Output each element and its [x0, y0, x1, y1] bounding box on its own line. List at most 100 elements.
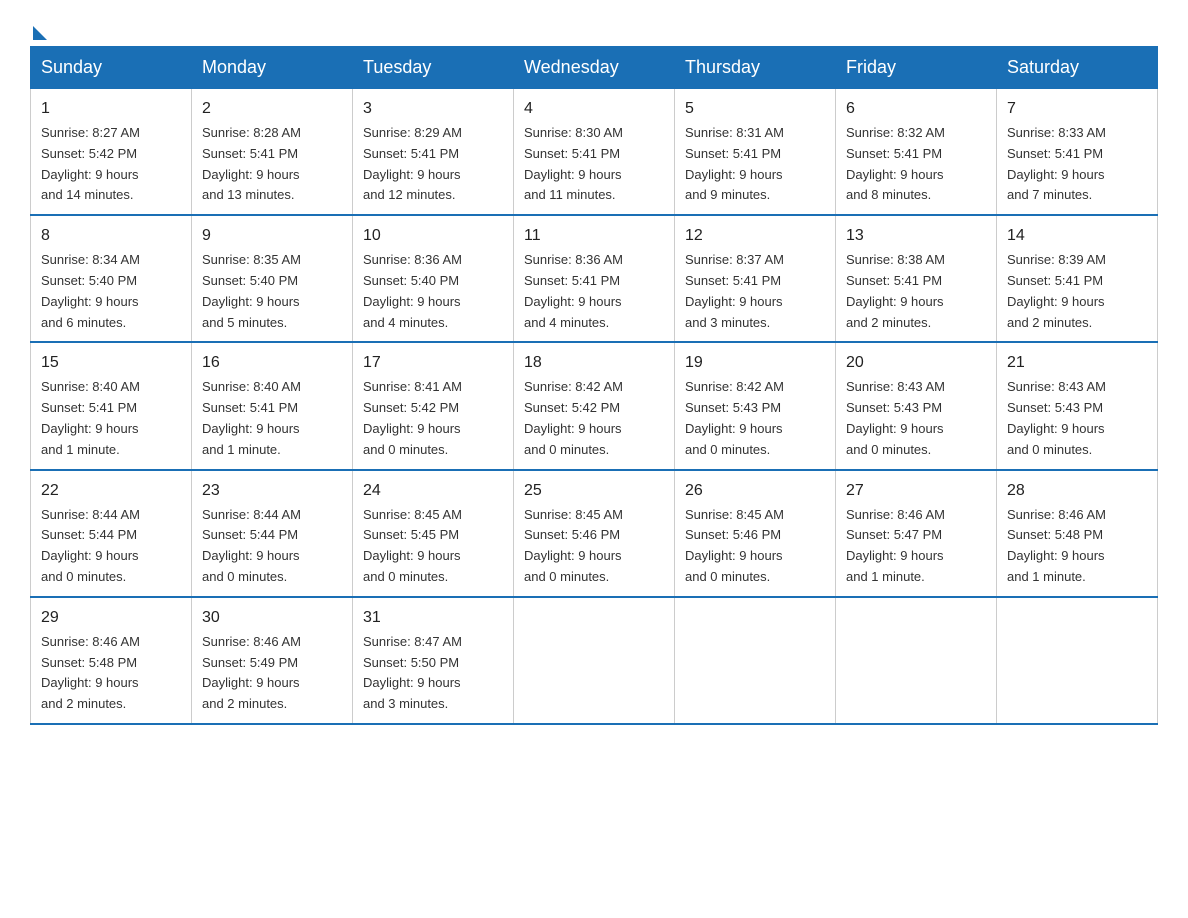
day-number: 1	[41, 97, 181, 121]
calendar-cell: 22Sunrise: 8:44 AM Sunset: 5:44 PM Dayli…	[31, 470, 192, 597]
calendar-cell: 24Sunrise: 8:45 AM Sunset: 5:45 PM Dayli…	[353, 470, 514, 597]
calendar-cell: 26Sunrise: 8:45 AM Sunset: 5:46 PM Dayli…	[675, 470, 836, 597]
day-number: 7	[1007, 97, 1147, 121]
day-number: 12	[685, 224, 825, 248]
day-info: Sunrise: 8:43 AM Sunset: 5:43 PM Dayligh…	[1007, 377, 1147, 460]
day-number: 3	[363, 97, 503, 121]
calendar-week-row: 29Sunrise: 8:46 AM Sunset: 5:48 PM Dayli…	[31, 597, 1158, 724]
day-number: 23	[202, 479, 342, 503]
day-info: Sunrise: 8:46 AM Sunset: 5:47 PM Dayligh…	[846, 505, 986, 588]
day-number: 31	[363, 606, 503, 630]
day-number: 14	[1007, 224, 1147, 248]
calendar-cell: 18Sunrise: 8:42 AM Sunset: 5:42 PM Dayli…	[514, 342, 675, 469]
day-info: Sunrise: 8:31 AM Sunset: 5:41 PM Dayligh…	[685, 123, 825, 206]
day-number: 28	[1007, 479, 1147, 503]
calendar-cell	[997, 597, 1158, 724]
day-info: Sunrise: 8:27 AM Sunset: 5:42 PM Dayligh…	[41, 123, 181, 206]
calendar-week-row: 22Sunrise: 8:44 AM Sunset: 5:44 PM Dayli…	[31, 470, 1158, 597]
day-header-monday: Monday	[192, 47, 353, 89]
calendar-cell: 28Sunrise: 8:46 AM Sunset: 5:48 PM Dayli…	[997, 470, 1158, 597]
day-info: Sunrise: 8:43 AM Sunset: 5:43 PM Dayligh…	[846, 377, 986, 460]
day-info: Sunrise: 8:45 AM Sunset: 5:46 PM Dayligh…	[685, 505, 825, 588]
day-header-wednesday: Wednesday	[514, 47, 675, 89]
day-info: Sunrise: 8:36 AM Sunset: 5:40 PM Dayligh…	[363, 250, 503, 333]
day-info: Sunrise: 8:29 AM Sunset: 5:41 PM Dayligh…	[363, 123, 503, 206]
day-info: Sunrise: 8:37 AM Sunset: 5:41 PM Dayligh…	[685, 250, 825, 333]
day-number: 20	[846, 351, 986, 375]
day-info: Sunrise: 8:46 AM Sunset: 5:48 PM Dayligh…	[1007, 505, 1147, 588]
calendar-cell: 8Sunrise: 8:34 AM Sunset: 5:40 PM Daylig…	[31, 215, 192, 342]
day-number: 22	[41, 479, 181, 503]
day-number: 9	[202, 224, 342, 248]
calendar-cell: 7Sunrise: 8:33 AM Sunset: 5:41 PM Daylig…	[997, 89, 1158, 216]
calendar-week-row: 1Sunrise: 8:27 AM Sunset: 5:42 PM Daylig…	[31, 89, 1158, 216]
page-header	[30, 20, 1158, 36]
day-info: Sunrise: 8:42 AM Sunset: 5:42 PM Dayligh…	[524, 377, 664, 460]
day-info: Sunrise: 8:46 AM Sunset: 5:49 PM Dayligh…	[202, 632, 342, 715]
day-info: Sunrise: 8:45 AM Sunset: 5:46 PM Dayligh…	[524, 505, 664, 588]
calendar-cell: 2Sunrise: 8:28 AM Sunset: 5:41 PM Daylig…	[192, 89, 353, 216]
calendar-cell	[675, 597, 836, 724]
day-info: Sunrise: 8:47 AM Sunset: 5:50 PM Dayligh…	[363, 632, 503, 715]
day-info: Sunrise: 8:39 AM Sunset: 5:41 PM Dayligh…	[1007, 250, 1147, 333]
day-info: Sunrise: 8:42 AM Sunset: 5:43 PM Dayligh…	[685, 377, 825, 460]
calendar-week-row: 8Sunrise: 8:34 AM Sunset: 5:40 PM Daylig…	[31, 215, 1158, 342]
day-info: Sunrise: 8:36 AM Sunset: 5:41 PM Dayligh…	[524, 250, 664, 333]
calendar-cell: 1Sunrise: 8:27 AM Sunset: 5:42 PM Daylig…	[31, 89, 192, 216]
day-number: 29	[41, 606, 181, 630]
day-number: 18	[524, 351, 664, 375]
day-info: Sunrise: 8:41 AM Sunset: 5:42 PM Dayligh…	[363, 377, 503, 460]
calendar-cell: 27Sunrise: 8:46 AM Sunset: 5:47 PM Dayli…	[836, 470, 997, 597]
day-number: 21	[1007, 351, 1147, 375]
day-number: 16	[202, 351, 342, 375]
day-number: 17	[363, 351, 503, 375]
day-info: Sunrise: 8:38 AM Sunset: 5:41 PM Dayligh…	[846, 250, 986, 333]
logo-triangle-icon	[33, 26, 47, 40]
day-header-tuesday: Tuesday	[353, 47, 514, 89]
calendar-cell: 14Sunrise: 8:39 AM Sunset: 5:41 PM Dayli…	[997, 215, 1158, 342]
day-info: Sunrise: 8:44 AM Sunset: 5:44 PM Dayligh…	[41, 505, 181, 588]
calendar-cell: 5Sunrise: 8:31 AM Sunset: 5:41 PM Daylig…	[675, 89, 836, 216]
logo	[30, 20, 47, 36]
calendar-cell: 25Sunrise: 8:45 AM Sunset: 5:46 PM Dayli…	[514, 470, 675, 597]
day-header-friday: Friday	[836, 47, 997, 89]
calendar-cell: 30Sunrise: 8:46 AM Sunset: 5:49 PM Dayli…	[192, 597, 353, 724]
day-header-thursday: Thursday	[675, 47, 836, 89]
day-number: 13	[846, 224, 986, 248]
day-number: 11	[524, 224, 664, 248]
calendar-table: SundayMondayTuesdayWednesdayThursdayFrid…	[30, 46, 1158, 725]
calendar-cell: 6Sunrise: 8:32 AM Sunset: 5:41 PM Daylig…	[836, 89, 997, 216]
calendar-cell: 16Sunrise: 8:40 AM Sunset: 5:41 PM Dayli…	[192, 342, 353, 469]
day-number: 27	[846, 479, 986, 503]
calendar-cell: 20Sunrise: 8:43 AM Sunset: 5:43 PM Dayli…	[836, 342, 997, 469]
day-number: 30	[202, 606, 342, 630]
calendar-cell: 3Sunrise: 8:29 AM Sunset: 5:41 PM Daylig…	[353, 89, 514, 216]
calendar-cell: 11Sunrise: 8:36 AM Sunset: 5:41 PM Dayli…	[514, 215, 675, 342]
day-info: Sunrise: 8:40 AM Sunset: 5:41 PM Dayligh…	[202, 377, 342, 460]
day-number: 19	[685, 351, 825, 375]
calendar-cell: 19Sunrise: 8:42 AM Sunset: 5:43 PM Dayli…	[675, 342, 836, 469]
day-info: Sunrise: 8:35 AM Sunset: 5:40 PM Dayligh…	[202, 250, 342, 333]
day-number: 24	[363, 479, 503, 503]
day-number: 6	[846, 97, 986, 121]
calendar-cell: 29Sunrise: 8:46 AM Sunset: 5:48 PM Dayli…	[31, 597, 192, 724]
day-number: 4	[524, 97, 664, 121]
calendar-cell: 13Sunrise: 8:38 AM Sunset: 5:41 PM Dayli…	[836, 215, 997, 342]
day-header-saturday: Saturday	[997, 47, 1158, 89]
day-info: Sunrise: 8:34 AM Sunset: 5:40 PM Dayligh…	[41, 250, 181, 333]
day-number: 8	[41, 224, 181, 248]
day-number: 26	[685, 479, 825, 503]
calendar-cell: 31Sunrise: 8:47 AM Sunset: 5:50 PM Dayli…	[353, 597, 514, 724]
day-number: 15	[41, 351, 181, 375]
calendar-week-row: 15Sunrise: 8:40 AM Sunset: 5:41 PM Dayli…	[31, 342, 1158, 469]
day-number: 2	[202, 97, 342, 121]
day-info: Sunrise: 8:44 AM Sunset: 5:44 PM Dayligh…	[202, 505, 342, 588]
day-info: Sunrise: 8:46 AM Sunset: 5:48 PM Dayligh…	[41, 632, 181, 715]
day-info: Sunrise: 8:33 AM Sunset: 5:41 PM Dayligh…	[1007, 123, 1147, 206]
day-info: Sunrise: 8:30 AM Sunset: 5:41 PM Dayligh…	[524, 123, 664, 206]
day-info: Sunrise: 8:40 AM Sunset: 5:41 PM Dayligh…	[41, 377, 181, 460]
day-number: 10	[363, 224, 503, 248]
calendar-cell: 4Sunrise: 8:30 AM Sunset: 5:41 PM Daylig…	[514, 89, 675, 216]
day-number: 25	[524, 479, 664, 503]
calendar-cell: 21Sunrise: 8:43 AM Sunset: 5:43 PM Dayli…	[997, 342, 1158, 469]
